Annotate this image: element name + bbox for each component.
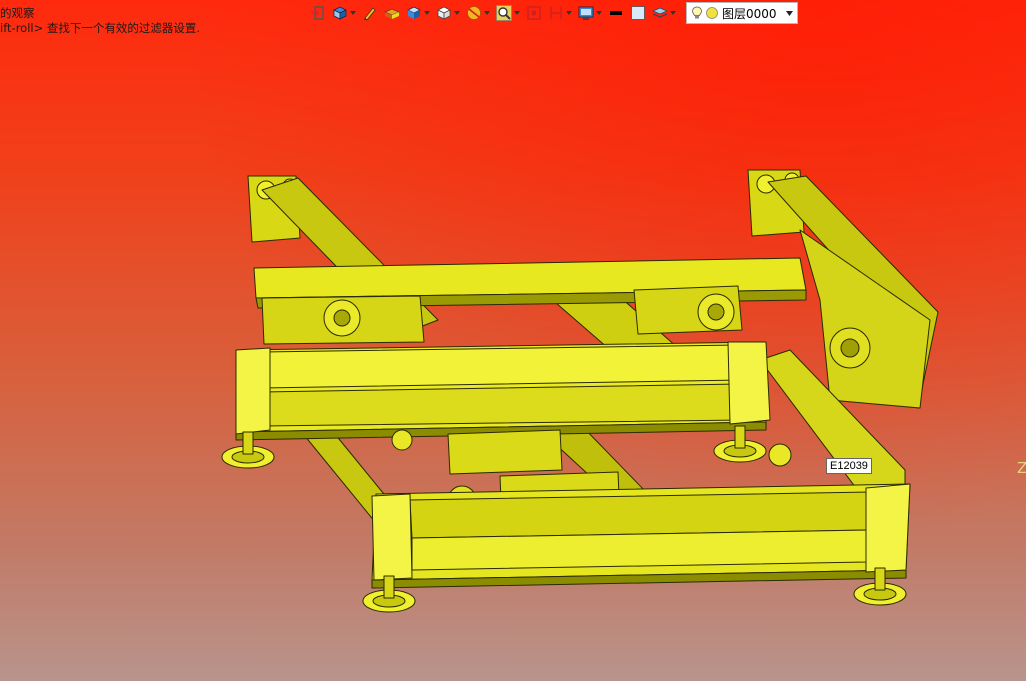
3d-viewport[interactable]: 的观察 ift-roll> 查找下一个有效的过滤器设置. 图层0000 E120…	[0, 0, 1026, 681]
layer-dropdown[interactable]: 图层0000	[686, 2, 798, 24]
dimension-button[interactable]	[546, 2, 574, 24]
display-mode-button[interactable]	[404, 2, 432, 24]
layer-stack-icon	[652, 7, 668, 18]
exit-view-button[interactable]	[308, 2, 328, 24]
layer-visible-icon	[706, 7, 718, 19]
material-button[interactable]	[382, 2, 402, 24]
pen-icon	[364, 7, 376, 21]
chevron-down-icon	[424, 11, 430, 15]
view-toolbar: 图层0000	[308, 1, 798, 25]
section-view-button[interactable]	[464, 2, 492, 24]
axis-label-z: Z	[1017, 459, 1026, 477]
view-orient-icon	[333, 6, 347, 20]
view-cube-icon	[437, 6, 451, 20]
chevron-down-icon	[786, 10, 793, 16]
zoom-icon	[496, 5, 512, 21]
command-hint-line-2: ift-roll> 查找下一个有效的过滤器设置.	[0, 21, 201, 35]
chevron-down-icon	[514, 11, 520, 15]
command-hint-line-1: 的观察	[0, 6, 35, 20]
zoom-button[interactable]	[494, 2, 522, 24]
chevron-down-icon	[350, 11, 356, 15]
chevron-down-icon	[454, 11, 460, 15]
fit-icon	[527, 6, 541, 20]
line-color-button[interactable]	[606, 2, 626, 24]
display-settings-button[interactable]	[576, 2, 604, 24]
chevron-down-icon	[670, 11, 676, 15]
material-icon	[384, 8, 400, 19]
layer-manager-button[interactable]	[650, 2, 678, 24]
chevron-down-icon	[596, 11, 602, 15]
line-color-icon	[610, 11, 622, 15]
fit-view-button[interactable]	[524, 2, 544, 24]
lightbulb-icon	[692, 6, 702, 19]
view-orient-button[interactable]	[330, 2, 358, 24]
chevron-down-icon	[484, 11, 490, 15]
fill-color-button[interactable]	[628, 2, 648, 24]
fill-color-icon	[631, 6, 645, 20]
chevron-down-icon	[566, 11, 572, 15]
dimension-icon	[550, 7, 562, 19]
view-cube-button[interactable]	[434, 2, 462, 24]
entity-tooltip: E12039	[826, 458, 872, 474]
display-mode-icon	[407, 6, 421, 19]
monitor-icon	[578, 6, 594, 20]
exit-view-icon	[311, 6, 324, 20]
layer-dropdown-label: 图层0000	[722, 6, 777, 21]
section-icon	[467, 6, 481, 20]
sketch-button[interactable]	[360, 2, 380, 24]
scissor-lift-model[interactable]	[0, 0, 1026, 681]
